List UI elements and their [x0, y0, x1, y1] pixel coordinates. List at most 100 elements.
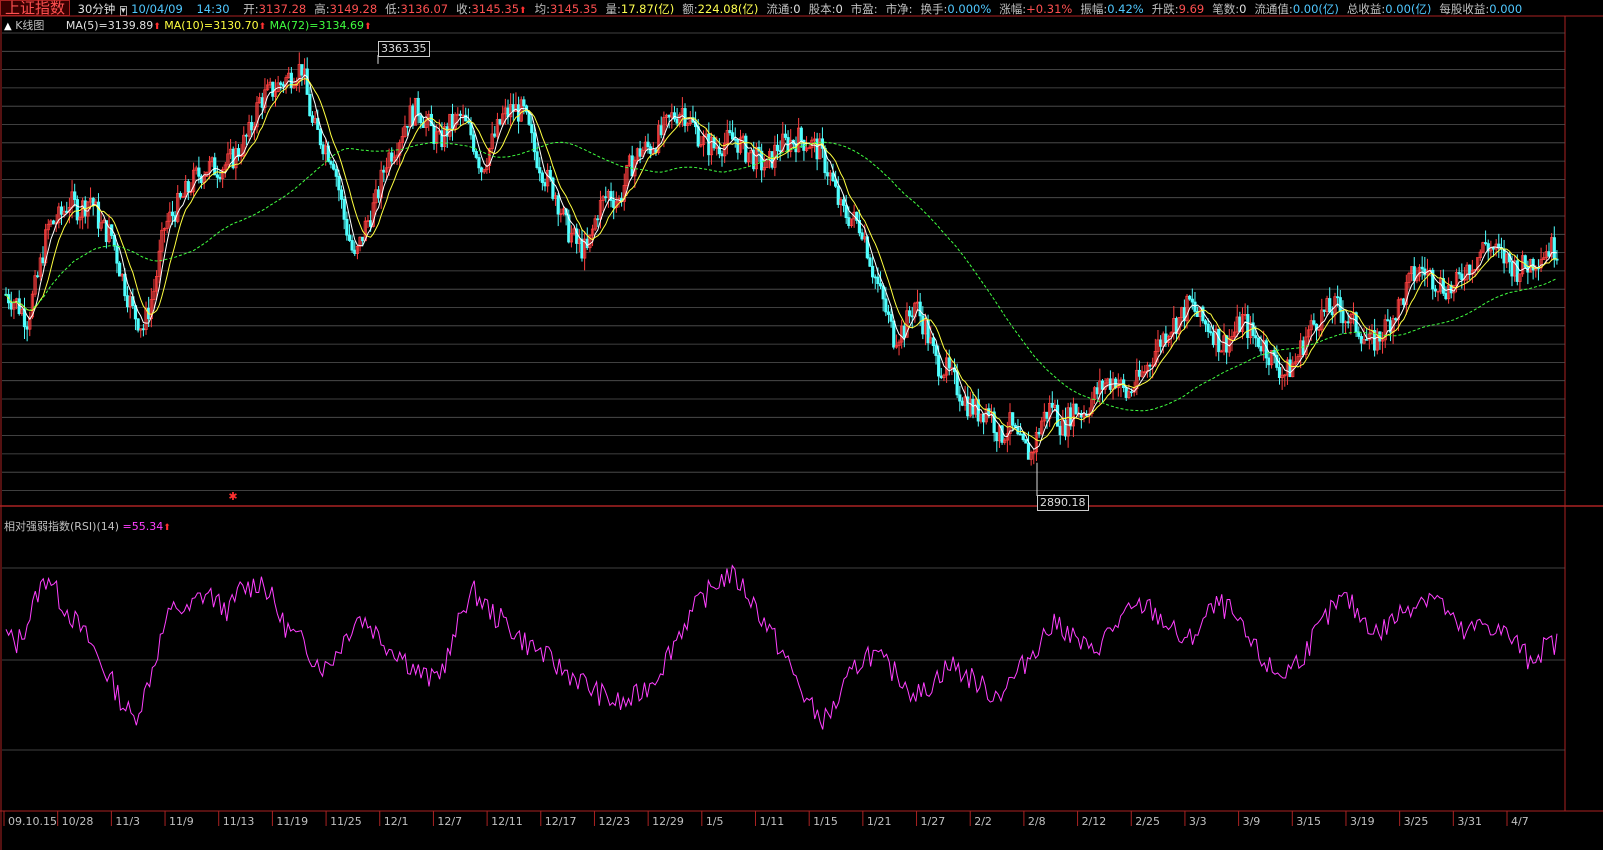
candle-body [736, 138, 740, 153]
rsi-value: =55.34 [122, 520, 164, 533]
candle-body [1338, 297, 1342, 312]
candle-body [1055, 404, 1060, 427]
candle-body [1137, 369, 1142, 377]
candle-body [1468, 264, 1472, 275]
candle-body [271, 81, 275, 97]
candle-body [876, 276, 880, 284]
x-axis-tick-label: 1/5 [706, 815, 724, 828]
candle-body [841, 199, 846, 206]
candle-body [886, 311, 891, 315]
x-axis-tick-label: 10/28 [62, 815, 94, 828]
main-legend: ▲ K线图 MA(5)=3139.89⬆ MA(10)=3130.70⬆ MA(… [4, 19, 372, 34]
x-axis-tick-label: 3/31 [1457, 815, 1482, 828]
candle-body [675, 118, 679, 124]
candle-body [532, 132, 537, 153]
candle-body [41, 257, 45, 264]
candle-body [36, 275, 40, 278]
x-axis-tick-label: 11/25 [330, 815, 362, 828]
candle-body [123, 273, 127, 297]
candle-body [960, 400, 965, 406]
candle-body [958, 394, 962, 402]
candle-body [1555, 258, 1559, 261]
candle-body [604, 196, 608, 199]
candle-body [339, 189, 344, 200]
cursor-icon: ▲ [4, 21, 12, 32]
candle-body [1124, 387, 1128, 398]
x-axis-tick-label: 4/7 [1511, 815, 1529, 828]
ma5-line [5, 74, 1557, 450]
candle-body [799, 127, 803, 141]
rsi-line [5, 564, 1558, 730]
candle-body [75, 199, 79, 221]
candle-body [218, 176, 222, 180]
candle-body [1346, 321, 1350, 324]
candle-body [868, 257, 872, 267]
candle-body [178, 192, 182, 198]
candle-body [535, 151, 539, 168]
arrow-up-icon: ⬆ [163, 523, 171, 533]
high-price-label: 3363.35 [378, 41, 430, 57]
candle-body [1365, 338, 1369, 341]
candle-body [1074, 403, 1078, 415]
candle-body [1100, 380, 1105, 390]
x-axis-tick-label: 11/9 [169, 815, 194, 828]
x-axis-tick-label: 12/1 [384, 815, 409, 828]
candle-body [390, 152, 394, 162]
candle-body [353, 249, 357, 254]
candle-body [707, 133, 711, 156]
candle-body [419, 115, 423, 124]
candle-body [892, 320, 896, 348]
candle-body [1460, 273, 1464, 281]
candle-body [281, 84, 286, 87]
candle-body [308, 94, 312, 117]
candle-body [937, 355, 941, 377]
candle-body [1254, 335, 1258, 339]
candle-body [289, 72, 293, 89]
candle-body [884, 298, 888, 313]
x-axis-tick-label: 1/27 [921, 815, 946, 828]
candle-body [844, 205, 848, 218]
x-axis-tick-label: 12/17 [545, 815, 577, 828]
candle-body [995, 432, 999, 442]
candle-body [1193, 301, 1197, 312]
candle-body [458, 113, 463, 117]
candle-body [329, 160, 333, 165]
candle-body [250, 122, 254, 131]
candle-body [1026, 442, 1031, 460]
candle-body [1510, 261, 1514, 277]
candle-body [337, 175, 341, 191]
candle-body [345, 218, 349, 236]
candle-body [474, 151, 478, 158]
candle-body [450, 113, 455, 129]
candle-body [947, 357, 951, 369]
x-axis-tick-label: 1/21 [867, 815, 892, 828]
candle-body [59, 206, 64, 215]
x-axis-tick-label: 3/9 [1243, 815, 1261, 828]
candle-body [910, 315, 914, 318]
arrow-up-icon: ⬆ [153, 22, 161, 32]
candle-body [934, 345, 938, 356]
event-star-icon: ✱ [228, 490, 237, 503]
candle-body [73, 191, 77, 200]
candle-body [361, 236, 365, 242]
x-axis-tick-label: 12/29 [652, 815, 684, 828]
candle-body [416, 97, 420, 117]
rsi-legend: 相对强弱指数(RSI)(14) =55.34⬆ [4, 520, 171, 535]
x-axis-tick-label: 2/2 [974, 815, 992, 828]
chart-canvas[interactable]: ✱ 09.10.15 10/28 11/3 11/9 11/13 11/19 11/25 12/… [0, 0, 1603, 850]
candle-body [775, 144, 780, 151]
ma72-legend: MA(72)=3134.69 [269, 19, 364, 32]
candle-body [1359, 336, 1364, 344]
candle-body [1386, 319, 1390, 322]
candle-body [1018, 433, 1023, 436]
candle-body [332, 163, 336, 170]
candle-body [918, 301, 922, 317]
x-axis-tick-label: 2/25 [1135, 815, 1160, 828]
candle-body [1148, 364, 1152, 367]
candle-body [260, 97, 264, 108]
candle-body [1259, 346, 1263, 352]
candle-body [543, 182, 547, 187]
candle-body [1288, 359, 1292, 378]
candle-body [1267, 357, 1271, 366]
candle-body [215, 174, 219, 178]
